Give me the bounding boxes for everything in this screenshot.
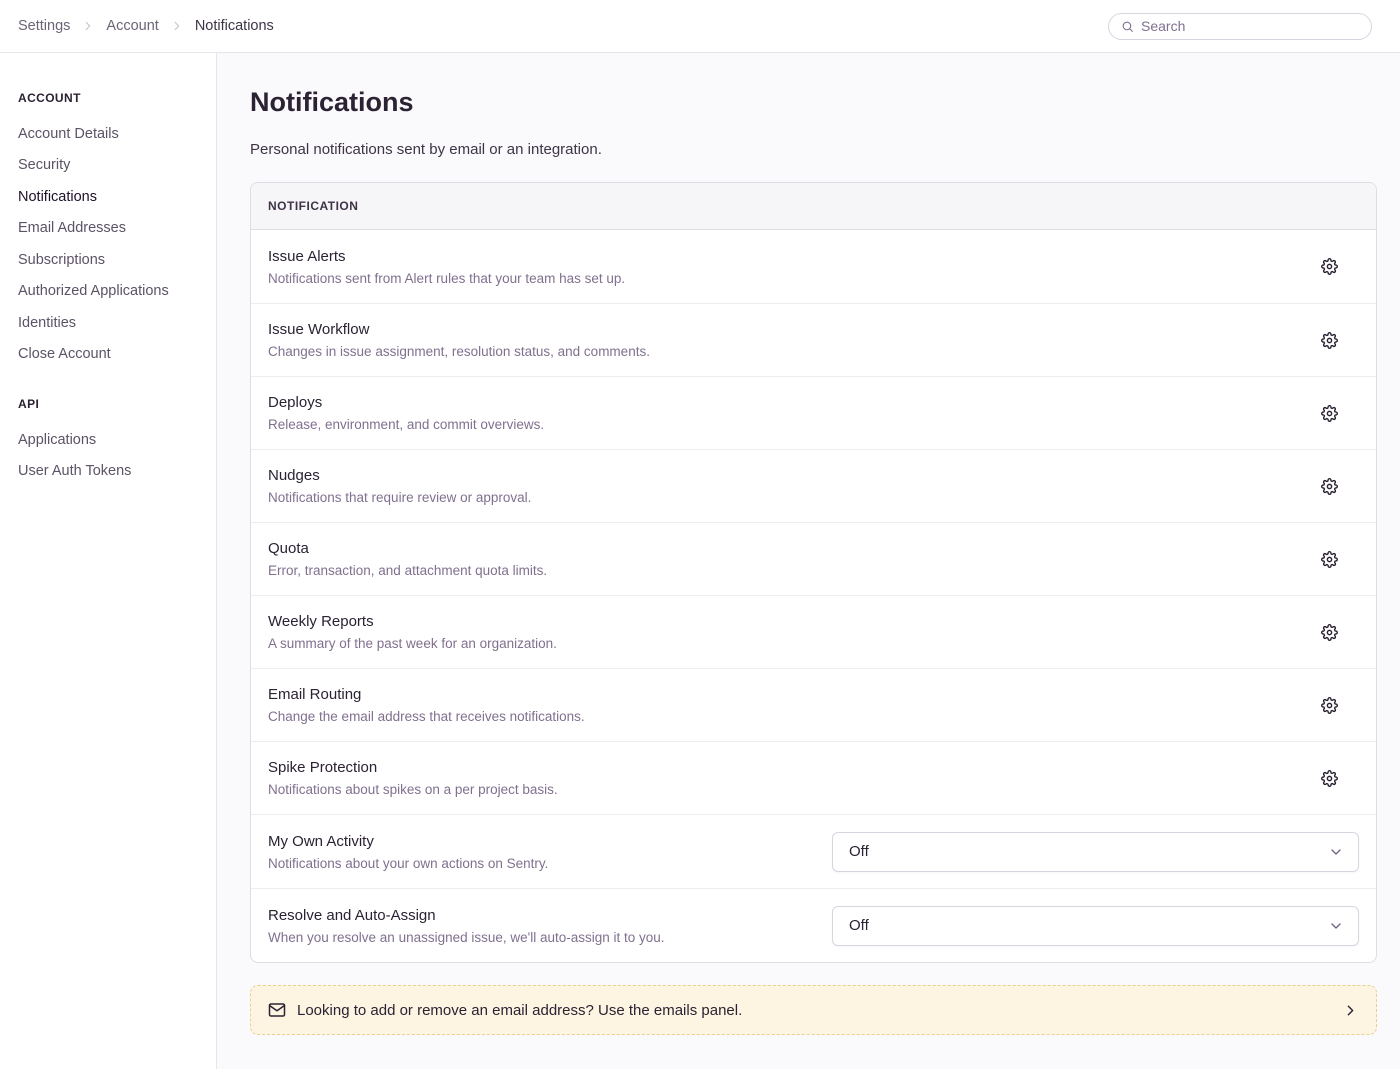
sidebar-item-identities[interactable]: Identities [18,307,204,339]
gear-icon [1321,258,1338,275]
page-subtitle: Personal notifications sent by email or … [250,141,1377,158]
row-description: Notifications about spikes on a per proj… [268,782,558,797]
my-own-activity-select[interactable]: Off [832,832,1359,872]
chevron-right-icon [81,19,95,33]
weekly-reports-gear-button[interactable] [1315,618,1344,647]
sidebar-item-user-auth-tokens[interactable]: User Auth Tokens [18,456,204,488]
sidebar-item-authorized-applications[interactable]: Authorized Applications [18,276,204,308]
issue-workflow-gear-button[interactable] [1315,326,1344,355]
sidebar-item-applications[interactable]: Applications [18,424,204,456]
breadcrumb-account[interactable]: Account [106,18,158,34]
row-title: Resolve and Auto-Assign [268,907,665,924]
chevron-right-icon [170,19,184,33]
issue-alerts-gear-button[interactable] [1315,252,1344,281]
panel-header: NOTIFICATION [251,183,1376,230]
sidebar-section-label-api: API [18,397,204,411]
search-icon [1121,20,1134,33]
row-title: Issue Workflow [268,321,650,338]
mail-icon [268,1001,286,1019]
row-title: Issue Alerts [268,248,625,265]
breadcrumb-settings[interactable]: Settings [18,18,70,34]
sidebar-section-label-account: ACCOUNT [18,91,204,105]
notification-row-spike-protection: Spike Protection Notifications about spi… [251,741,1376,814]
row-description: Release, environment, and commit overvie… [268,417,544,432]
notification-row-nudges: Nudges Notifications that require review… [251,449,1376,522]
row-description: Changes in issue assignment, resolution … [268,344,650,359]
notification-row-resolve-and-auto-assign: Resolve and Auto-Assign When you resolve… [251,888,1376,962]
settings-page: Settings Account Notifications ACCOUNT A… [0,0,1400,1069]
breadcrumb-notifications[interactable]: Notifications [195,18,274,34]
row-title: Deploys [268,394,544,411]
row-title: Weekly Reports [268,613,557,630]
spike-protection-gear-button[interactable] [1315,764,1344,793]
row-title: My Own Activity [268,833,548,850]
sidebar-section-account: ACCOUNT Account Details Security Notific… [18,91,204,370]
gear-icon [1321,405,1338,422]
gear-icon [1321,770,1338,787]
gear-icon [1321,551,1338,568]
row-title: Quota [268,540,547,557]
sidebar-item-email-addresses[interactable]: Email Addresses [18,213,204,245]
sidebar-section-api: API Applications User Auth Tokens [18,397,204,487]
emails-panel-alert[interactable]: Looking to add or remove an email addres… [250,985,1377,1035]
sidebar-item-notifications[interactable]: Notifications [18,181,204,213]
gear-icon [1321,478,1338,495]
row-description: Error, transaction, and attachment quota… [268,563,547,578]
notification-row-issue-workflow: Issue Workflow Changes in issue assignme… [251,303,1376,376]
top-bar: Settings Account Notifications [0,0,1400,53]
email-routing-gear-button[interactable] [1315,691,1344,720]
resolve-auto-assign-select[interactable]: Off [832,906,1359,946]
chevron-down-icon [1328,918,1344,934]
gear-icon [1321,332,1338,349]
settings-sidebar: ACCOUNT Account Details Security Notific… [0,53,217,1069]
breadcrumb: Settings Account Notifications [18,18,274,34]
notification-row-my-own-activity: My Own Activity Notifications about your… [251,814,1376,888]
select-value: Off [849,843,869,860]
sidebar-item-account-details[interactable]: Account Details [18,118,204,150]
notification-row-weekly-reports: Weekly Reports A summary of the past wee… [251,595,1376,668]
gear-icon [1321,624,1338,641]
row-title: Email Routing [268,686,585,703]
chevron-down-icon [1328,844,1344,860]
row-description: Notifications about your own actions on … [268,856,548,871]
page-title: Notifications [250,87,1377,118]
row-description: A summary of the past week for an organi… [268,636,557,651]
quota-gear-button[interactable] [1315,545,1344,574]
row-description: Notifications that require review or app… [268,490,531,505]
row-title: Spike Protection [268,759,558,776]
sidebar-item-security[interactable]: Security [18,150,204,182]
search-box[interactable] [1108,13,1372,40]
alert-text: Looking to add or remove an email addres… [297,1002,742,1019]
sidebar-item-subscriptions[interactable]: Subscriptions [18,244,204,276]
row-title: Nudges [268,467,531,484]
chevron-right-icon[interactable] [1342,1002,1359,1019]
row-description: When you resolve an unassigned issue, we… [268,930,665,945]
main-content: Notifications Personal notifications sen… [217,53,1400,1069]
nudges-gear-button[interactable] [1315,472,1344,501]
select-value: Off [849,917,869,934]
notification-row-deploys: Deploys Release, environment, and commit… [251,376,1376,449]
notification-row-email-routing: Email Routing Change the email address t… [251,668,1376,741]
deploys-gear-button[interactable] [1315,399,1344,428]
search-input[interactable] [1141,18,1359,34]
notification-row-issue-alerts: Issue Alerts Notifications sent from Ale… [251,230,1376,303]
gear-icon [1321,697,1338,714]
row-description: Change the email address that receives n… [268,709,585,724]
row-description: Notifications sent from Alert rules that… [268,271,625,286]
notifications-panel: NOTIFICATION Issue Alerts Notifications … [250,182,1377,963]
notification-row-quota: Quota Error, transaction, and attachment… [251,522,1376,595]
sidebar-item-close-account[interactable]: Close Account [18,339,204,371]
